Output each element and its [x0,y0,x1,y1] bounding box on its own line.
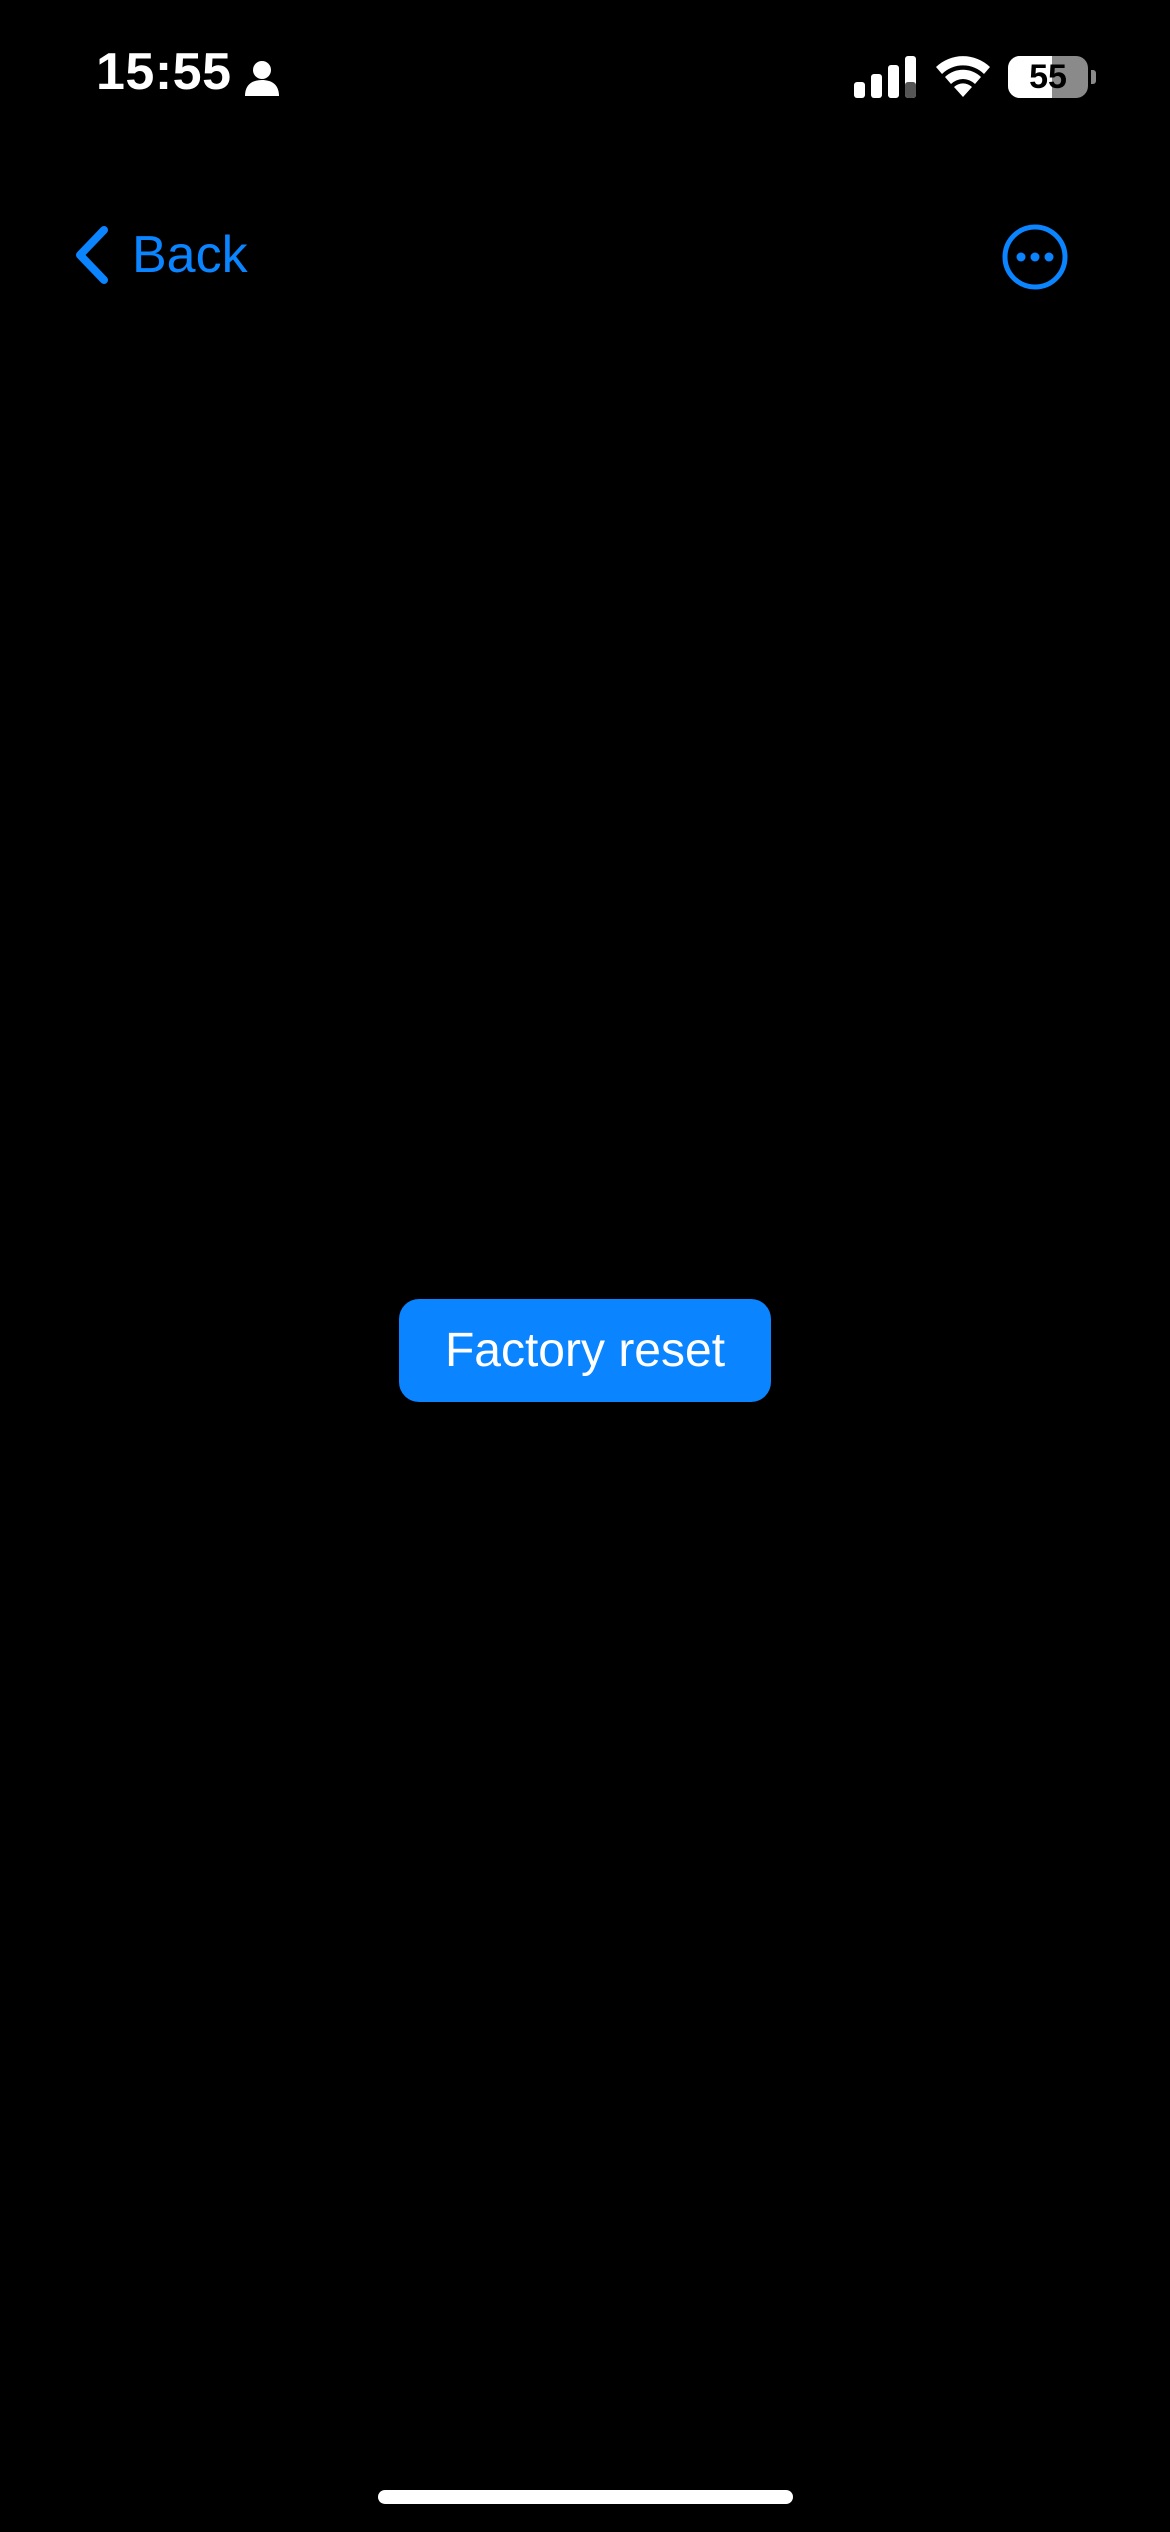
cellular-signal-icon [854,56,916,98]
status-time: 15:55 [96,43,232,101]
person-icon [245,61,279,96]
factory-reset-button[interactable]: Factory reset [399,1299,771,1402]
wifi-icon [936,56,990,97]
chevron-left-icon [76,226,108,284]
battery-indicator: 55 [1008,56,1096,98]
back-button[interactable]: Back [70,220,248,290]
screen: 15:55 55 Back Factory reset [0,0,1170,2532]
status-bar: 15:55 55 [0,0,1170,150]
battery-body: 55 [1008,56,1088,98]
ellipsis-circle-icon[interactable] [1000,222,1070,292]
battery-cap [1091,70,1096,84]
home-indicator[interactable] [378,2490,793,2504]
back-label: Back [132,226,248,284]
battery-level: 55 [1029,58,1067,96]
